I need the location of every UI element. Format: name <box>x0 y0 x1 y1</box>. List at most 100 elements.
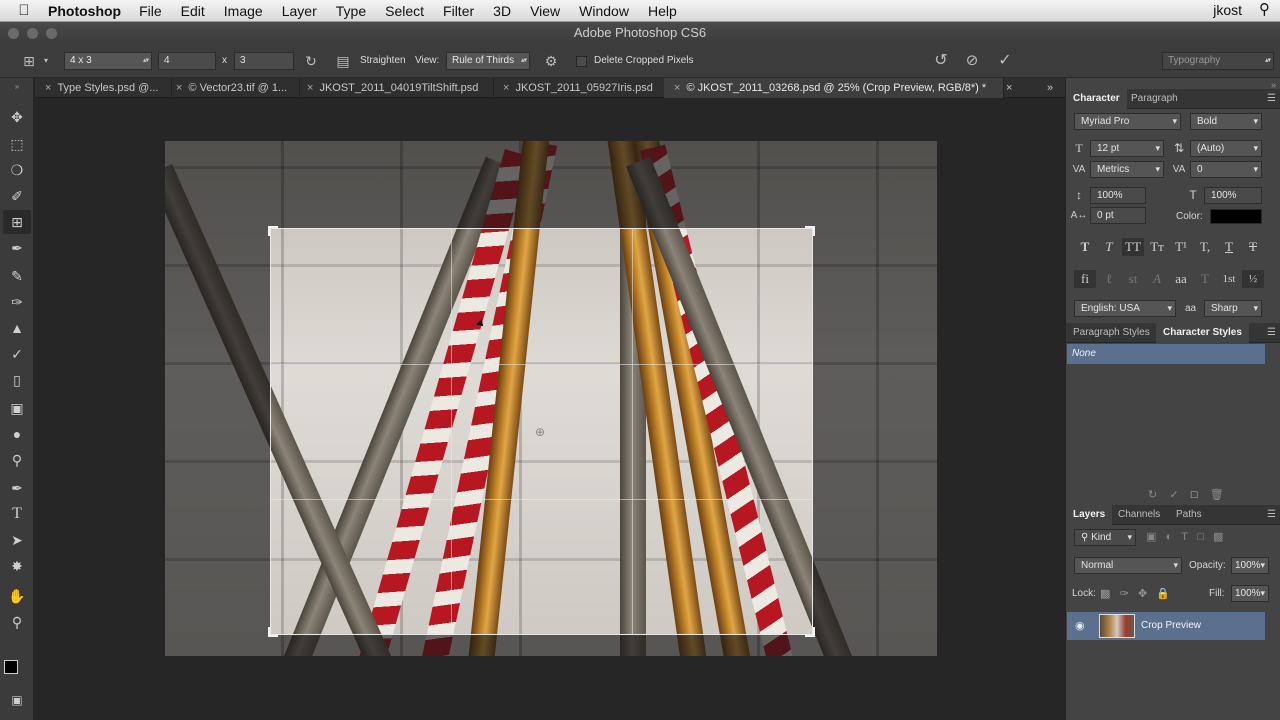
antialias-select[interactable]: Sharp <box>1204 300 1262 317</box>
new-style-icon[interactable]: □ <box>1191 489 1198 501</box>
quick-select-tool-icon[interactable]: ✐ <box>3 184 31 208</box>
filter-shape-icon[interactable]: □ <box>1197 531 1204 543</box>
ordinals-button[interactable]: 1st <box>1218 270 1240 288</box>
path-selection-tool-icon[interactable]: ➤ <box>3 528 31 552</box>
tracking-select[interactable]: 0 <box>1190 161 1262 178</box>
clone-stamp-tool-icon[interactable]: ▲ <box>3 316 31 340</box>
ratio-preset-select[interactable]: 4 x 3 <box>64 52 152 70</box>
menu-image[interactable]: Image <box>224 3 263 19</box>
lock-all-icon[interactable]: 🔒 <box>1156 588 1170 600</box>
tab-character[interactable]: Character <box>1066 89 1127 109</box>
custom-shape-tool-icon[interactable]: ✸ <box>3 554 31 578</box>
tab-channels[interactable]: Channels <box>1111 505 1167 525</box>
filter-type-icon[interactable]: T <box>1181 531 1188 543</box>
faux-italic-button[interactable]: T <box>1098 238 1120 256</box>
zoom-window-button[interactable] <box>46 28 57 39</box>
user-name[interactable]: jkost <box>1213 2 1242 18</box>
fill-input[interactable]: 100% <box>1231 585 1269 602</box>
small-caps-button[interactable]: Tт <box>1146 238 1168 256</box>
straighten-label[interactable]: Straighten <box>360 52 406 70</box>
history-brush-tool-icon[interactable]: ✓ <box>3 342 31 366</box>
blend-mode-select[interactable]: Normal <box>1074 557 1182 574</box>
tab-vector23[interactable]: × © Vector23.tif @ 1... <box>166 78 300 98</box>
faux-bold-button[interactable]: T <box>1074 238 1096 256</box>
subscript-button[interactable]: T, <box>1194 238 1216 256</box>
workspace-select[interactable]: Typography <box>1162 52 1274 70</box>
crop-tool-icon[interactable]: ⊞ <box>3 210 31 234</box>
cancel-icon[interactable]: ⊘ <box>961 52 983 70</box>
marquee-tool-icon[interactable]: ⬚ <box>3 132 31 156</box>
crop-handle-top-left[interactable] <box>268 226 278 236</box>
panel-menu-icon[interactable]: ☰ <box>1267 327 1276 338</box>
crop-handle-bottom-right[interactable] <box>805 627 815 637</box>
menu-type[interactable]: Type <box>336 3 366 19</box>
menu-filter[interactable]: Filter <box>443 3 474 19</box>
pen-tool-icon[interactable]: ✒ <box>3 476 31 500</box>
ligatures-button[interactable]: fi <box>1074 270 1096 288</box>
dodge-tool-icon[interactable]: ⚲ <box>3 448 31 472</box>
close-tab-icon[interactable]: × <box>503 82 509 94</box>
tab-type-styles[interactable]: × Type Styles.psd @... <box>35 78 172 98</box>
tab-active-document[interactable]: × © JKOST_2011_03268.psd @ 25% (Crop Prev… <box>664 78 1004 98</box>
discretionary-ligatures-button[interactable]: st <box>1122 270 1144 288</box>
leading-input[interactable]: (Auto) <box>1190 140 1262 157</box>
foreground-color-swatch[interactable] <box>4 660 18 674</box>
quick-mask-icon[interactable]: ▣ <box>3 688 31 712</box>
menu-file[interactable]: File <box>139 3 162 19</box>
zoom-tool-icon[interactable]: ⚲ <box>3 610 31 634</box>
ratio-height-input[interactable]: 3 <box>234 52 294 70</box>
font-size-input[interactable]: 12 pt <box>1090 140 1164 157</box>
panel-menu-icon[interactable]: ☰ <box>1267 93 1276 104</box>
type-tool-icon[interactable]: T <box>3 502 31 526</box>
all-caps-button[interactable]: TT <box>1122 238 1144 256</box>
panel-menu-icon[interactable]: ☰ <box>1267 509 1276 520</box>
commit-checkmark-icon[interactable]: ✓ <box>994 52 1016 70</box>
close-tab-icon[interactable]: × <box>176 82 182 94</box>
opacity-input[interactable]: 100% <box>1231 557 1269 574</box>
titling-alternates-button[interactable]: T <box>1194 270 1216 288</box>
fractions-button[interactable]: ½ <box>1242 270 1264 288</box>
layer-filter-kind-select[interactable]: ⚲ Kind <box>1074 529 1136 546</box>
font-family-select[interactable]: Myriad Pro <box>1074 113 1181 130</box>
tab-layers[interactable]: Layers <box>1066 505 1113 525</box>
collapse-double-chevron-icon[interactable]: » <box>3 82 31 92</box>
tab-iris[interactable]: × JKOST_2011_05927Iris.psd <box>493 78 668 98</box>
kerning-select[interactable]: Metrics <box>1090 161 1164 178</box>
preset-chevron-down-icon[interactable]: ▾ <box>40 52 52 70</box>
baseline-shift-input[interactable]: 0 pt <box>1090 207 1146 224</box>
blur-tool-icon[interactable]: ● <box>3 422 31 446</box>
apple-icon[interactable]:  <box>0 2 48 19</box>
minimize-window-button[interactable] <box>27 28 38 39</box>
menu-help[interactable]: Help <box>648 3 677 19</box>
tab-character-styles[interactable]: Character Styles <box>1156 323 1249 343</box>
menu-window[interactable]: Window <box>579 3 629 19</box>
tab-overflow-chevron-icon[interactable]: » <box>1041 78 1065 98</box>
strikethrough-button[interactable]: T <box>1242 238 1264 256</box>
menu-app-name[interactable]: Photoshop <box>48 3 121 19</box>
tab-paragraph[interactable]: Paragraph <box>1124 89 1185 109</box>
tab-tiltshift[interactable]: × JKOST_2011_04019TiltShift.psd <box>297 78 494 98</box>
lock-transparency-icon[interactable]: ▩ <box>1100 588 1110 600</box>
close-tab-icon[interactable]: × <box>674 82 680 94</box>
layer-name[interactable]: Crop Preview <box>1141 620 1201 631</box>
menu-3d[interactable]: 3D <box>493 3 511 19</box>
menu-select[interactable]: Select <box>385 3 424 19</box>
font-style-select[interactable]: Bold <box>1190 113 1262 130</box>
crop-handle-top-right[interactable] <box>805 226 815 236</box>
straighten-icon[interactable]: ▤ <box>332 52 354 70</box>
swash-button[interactable]: A <box>1146 270 1168 288</box>
close-tab-icon[interactable]: × <box>1000 78 1020 98</box>
reset-icon[interactable]: ↺ <box>930 52 952 70</box>
gear-icon[interactable]: ⚙ <box>540 52 562 70</box>
lock-image-icon[interactable]: ✑ <box>1120 588 1129 600</box>
overlay-view-select[interactable]: Rule of Thirds <box>446 52 530 70</box>
language-select[interactable]: English: USA <box>1074 300 1176 317</box>
close-tab-icon[interactable]: × <box>307 82 313 94</box>
brush-tool-icon[interactable]: ✑ <box>3 290 31 314</box>
visibility-eye-icon[interactable]: ◉ <box>1075 619 1085 632</box>
style-item-none[interactable]: None <box>1067 344 1265 364</box>
crop-handle-bottom-left[interactable] <box>268 627 278 637</box>
lasso-tool-icon[interactable]: ❍ <box>3 158 31 182</box>
move-tool-icon[interactable]: ✥ <box>3 105 31 129</box>
layer-row[interactable]: ◉ Crop Preview <box>1067 612 1265 640</box>
